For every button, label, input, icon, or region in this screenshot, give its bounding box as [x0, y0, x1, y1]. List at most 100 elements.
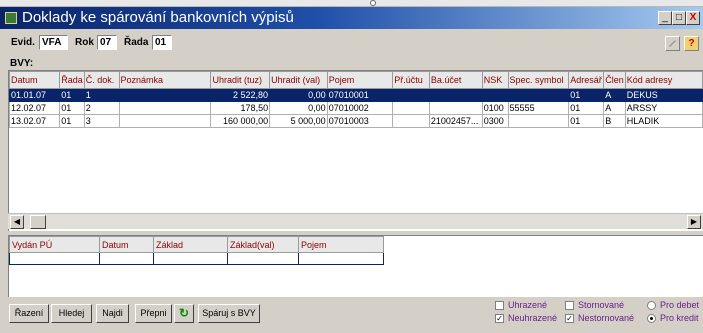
- neuhrazene-label: Neuhrazené: [508, 313, 558, 323]
- tool-icon[interactable]: [665, 36, 680, 51]
- rada-label: Řada: [124, 37, 149, 48]
- rok-field[interactable]: 07: [97, 35, 117, 50]
- col-pojem[interactable]: Pojem: [326, 71, 394, 89]
- cell-spec-symbol: [507, 88, 570, 102]
- empty-cell: [153, 252, 228, 265]
- pro-debet-label: Pro debet: [660, 300, 700, 310]
- title-bar: Doklady ke spárování bankovních výpisů _…: [0, 7, 703, 29]
- cell-pr-uctu: [392, 114, 430, 128]
- col-nsk[interactable]: NSK: [481, 71, 509, 89]
- cell-pojem: 07010003: [326, 114, 394, 128]
- cell-adresar: 01: [568, 114, 605, 128]
- empty-cell: [227, 252, 299, 265]
- pro-debet-radio[interactable]: [647, 301, 656, 310]
- table-row[interactable]: 01.01.07 01 1 2 522,80 0,00 07010001 01 …: [9, 88, 703, 102]
- col-clen[interactable]: Člen: [603, 71, 626, 89]
- minimize-button[interactable]: _: [658, 11, 672, 25]
- table-row[interactable]: 13.02.07 01 3 160 000,00 5 000,00 070100…: [9, 114, 703, 128]
- cell-cislo-dokladu: 3: [83, 114, 120, 128]
- col-datum[interactable]: Datum: [9, 71, 61, 89]
- strip-knob-icon: [370, 0, 376, 6]
- stornovane-checkbox[interactable]: [565, 301, 574, 310]
- col-uhradit-tuz[interactable]: Uhradit (tuz): [210, 71, 271, 89]
- horizontal-scrollbar[interactable]: ◀ ▶: [8, 213, 703, 229]
- cell-kod-adresy: HLADIK: [624, 114, 703, 128]
- col-uhradit-val[interactable]: Uhradit (val): [269, 71, 328, 89]
- cell-cislo-dokladu: 2: [83, 101, 120, 115]
- razeni-button[interactable]: Řazení: [9, 304, 49, 323]
- top-strip: [0, 0, 703, 7]
- col-sub-datum[interactable]: Datum: [99, 236, 154, 253]
- empty-cell: [9, 252, 100, 265]
- pro-kredit-label: Pro kredit: [660, 313, 699, 323]
- prepni-button[interactable]: Přepni: [135, 304, 172, 323]
- evid-field[interactable]: VFA: [39, 35, 68, 50]
- col-sub-pojem[interactable]: Pojem: [298, 236, 384, 253]
- col-pr-uctu[interactable]: Př.účtu: [392, 71, 430, 89]
- cell-nsk: 0100: [481, 101, 509, 115]
- filter-bar: Evid. VFA Rok 07 Řada 01: [0, 32, 703, 54]
- documents-table: Datum Řada Č. dok. Poznámka Uhradit (tuz…: [9, 71, 703, 128]
- cell-pr-uctu: [392, 101, 430, 115]
- cell-pojem: 07010002: [326, 101, 394, 115]
- cell-clen: A: [603, 101, 626, 115]
- col-zaklad[interactable]: Základ: [153, 236, 228, 253]
- uhrazene-label: Uhrazené: [508, 300, 548, 310]
- hledej-button[interactable]: Hledej: [51, 304, 92, 323]
- cell-datum: 12.02.07: [9, 101, 61, 115]
- cell-ba-ucet: [428, 88, 483, 102]
- cell-kod-adresy: ARSSY: [624, 101, 703, 115]
- cell-cislo-dokladu: 1: [83, 88, 120, 102]
- cell-rada: 01: [59, 114, 85, 128]
- uhrazene-checkbox[interactable]: [495, 301, 504, 310]
- col-cislo-dokladu[interactable]: Č. dok.: [83, 71, 120, 89]
- table-row[interactable]: [9, 252, 384, 265]
- col-adresar[interactable]: Adresář: [568, 71, 605, 89]
- cell-uhradit-tuz: 178,50: [210, 101, 271, 115]
- cell-pojem: 07010001: [326, 88, 394, 102]
- cell-nsk: 0300: [481, 114, 509, 128]
- scroll-thumb[interactable]: [30, 215, 46, 229]
- cell-clen: B: [603, 114, 626, 128]
- cell-clen: A: [603, 88, 626, 102]
- window-title: Doklady ke spárování bankovních výpisů: [22, 9, 294, 26]
- cell-uhradit-tuz: 2 522,80: [210, 88, 271, 102]
- sparuj-button[interactable]: Spáruj s BVY: [198, 304, 260, 323]
- stornovane-label: Stornované: [578, 300, 625, 310]
- scroll-left-icon[interactable]: ◀: [10, 215, 24, 229]
- cell-adresar: 01: [568, 101, 605, 115]
- cell-uhradit-tuz: 160 000,00: [210, 114, 271, 128]
- table-row[interactable]: 12.02.07 01 2 178,50 0,00 07010002 0100 …: [9, 101, 703, 115]
- app-icon: [5, 12, 17, 24]
- neuhrazene-checkbox[interactable]: ✓: [495, 314, 504, 323]
- cell-ba-ucet: 21002457...: [428, 114, 483, 128]
- col-kod-adresy[interactable]: Kód adresy: [624, 71, 703, 89]
- pro-kredit-radio[interactable]: [647, 314, 656, 323]
- cell-datum: 01.01.07: [9, 88, 61, 102]
- cell-poznamka: [118, 114, 212, 128]
- nestornovane-label: Nestornované: [578, 313, 635, 323]
- col-spec-symbol[interactable]: Spec. symbol: [507, 71, 570, 89]
- empty-cell: [99, 252, 154, 265]
- col-zaklad-val[interactable]: Základ(val): [227, 236, 299, 253]
- refresh-icon[interactable]: ↻: [174, 304, 194, 323]
- evid-label: Evid.: [11, 37, 35, 48]
- cell-kod-adresy: DEKUS: [624, 88, 703, 102]
- najdi-button[interactable]: Najdi: [96, 304, 129, 323]
- rada-field[interactable]: 01: [152, 35, 172, 50]
- cell-rada: 01: [59, 88, 85, 102]
- pen-icon: [669, 40, 676, 47]
- col-vydan-pu[interactable]: Vydán PÚ: [9, 236, 100, 253]
- col-poznamka[interactable]: Poznámka: [118, 71, 212, 89]
- nestornovane-checkbox[interactable]: ✓: [565, 314, 574, 323]
- vat-header-row: Vydán PÚ Datum Základ Základ(val) Pojem: [9, 236, 384, 253]
- col-ba-ucet[interactable]: Ba.účet: [428, 71, 483, 89]
- close-button[interactable]: X: [686, 11, 700, 25]
- col-rada[interactable]: Řada: [59, 71, 85, 89]
- maximize-button[interactable]: □: [672, 11, 686, 25]
- help-button[interactable]: ?: [684, 36, 699, 51]
- documents-grid: Datum Řada Č. dok. Poznámka Uhradit (tuz…: [8, 70, 703, 231]
- scroll-right-icon[interactable]: ▶: [687, 215, 701, 229]
- section-label: BVY:: [10, 58, 34, 69]
- cell-nsk: [481, 88, 509, 102]
